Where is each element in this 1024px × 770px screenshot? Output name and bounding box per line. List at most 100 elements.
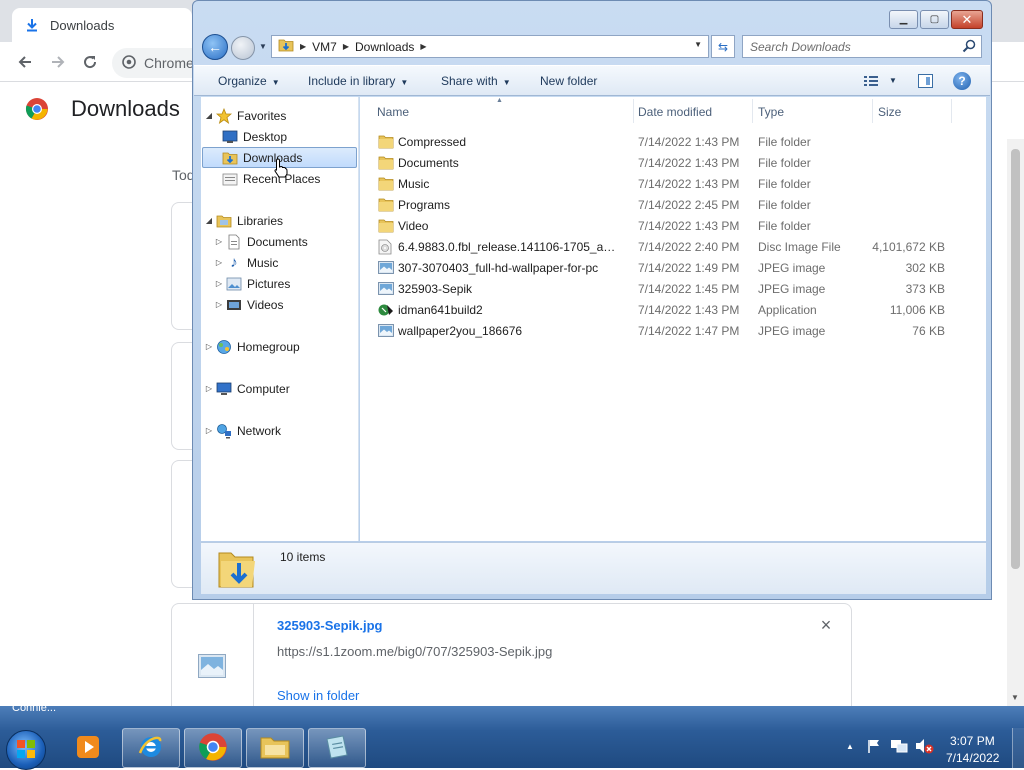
file-list-scroll-edge — [978, 97, 986, 541]
column-header-name[interactable]: Name — [377, 101, 633, 123]
show-desktop-button[interactable] — [1012, 728, 1024, 768]
recent-pages-chevron-down-icon[interactable]: ▼ — [259, 42, 267, 51]
remove-download-close-icon[interactable]: × — [817, 616, 835, 634]
nav-music[interactable]: ▷ ♪ Music — [213, 252, 278, 273]
back-arrow-icon: ← — [208, 39, 222, 55]
file-type: JPEG image — [758, 282, 826, 296]
breadcrumb-vm7[interactable]: VM7 — [312, 40, 337, 54]
tab-title: Downloads — [50, 17, 115, 33]
taskbar-file-explorer[interactable] — [246, 728, 304, 768]
breadcrumb-downloads[interactable]: Downloads — [355, 40, 414, 54]
file-row[interactable]: Video 7/14/2022 1:43 PM File folder — [360, 215, 960, 236]
column-divider[interactable] — [752, 99, 753, 123]
file-row[interactable]: Documents 7/14/2022 1:43 PM File folder — [360, 152, 960, 173]
forward-arrow-icon[interactable] — [48, 52, 68, 72]
back-arrow-icon[interactable] — [15, 52, 35, 72]
file-name: wallpaper2you_186676 — [398, 324, 523, 338]
preview-pane-icon[interactable] — [918, 74, 933, 88]
collapsed-triangle-icon[interactable]: ▷ — [213, 258, 225, 267]
organize-menu[interactable]: Organize ▼ — [218, 74, 280, 88]
file-row[interactable]: Programs 7/14/2022 2:45 PM File folder — [360, 194, 960, 215]
file-row[interactable]: Music 7/14/2022 1:43 PM File folder — [360, 173, 960, 194]
file-type: File folder — [758, 198, 811, 212]
windows-logo-icon — [16, 739, 36, 762]
help-icon[interactable]: ? — [953, 72, 971, 90]
scrollbar-thumb[interactable] — [1011, 149, 1020, 569]
show-in-folder-link[interactable]: Show in folder — [277, 688, 359, 703]
file-row[interactable]: Compressed 7/14/2022 1:43 PM File folder — [360, 131, 960, 152]
homegroup-icon — [215, 339, 233, 355]
scroll-down-arrow-icon[interactable]: ▼ — [1011, 693, 1019, 702]
network-status-icon[interactable] — [890, 738, 908, 757]
file-row[interactable]: 325903-Sepik 7/14/2022 1:45 PM JPEG image 3… — [360, 278, 960, 299]
refresh-button[interactable]: ⇆ — [711, 35, 735, 58]
file-row[interactable]: wallpaper2you_186676 7/14/2022 1:47 PM JPE… — [360, 320, 960, 341]
clock-time[interactable]: 3:07 PM — [950, 734, 995, 748]
maximize-button[interactable]: ▢ — [920, 10, 949, 29]
volume-muted-icon[interactable] — [914, 738, 934, 757]
nav-videos[interactable]: ▷ Videos — [213, 294, 284, 315]
close-button[interactable]: ✕ — [951, 10, 983, 29]
action-center-flag-icon[interactable] — [866, 738, 882, 757]
minimize-button[interactable]: ▁ — [889, 10, 918, 29]
tab-downloads[interactable]: Downloads — [12, 8, 192, 42]
command-bar: Organize ▼ Include in library ▼ Share with… — [194, 65, 990, 96]
search-input[interactable] — [750, 39, 950, 54]
forward-button[interactable] — [231, 36, 255, 60]
page-scrollbar[interactable]: ▼ — [1007, 139, 1024, 706]
address-bar[interactable]: ▶ VM7 ▶ Downloads ▶ ▼ — [271, 35, 709, 58]
collapsed-triangle-icon[interactable]: ▷ — [213, 237, 225, 246]
clock-date[interactable]: 7/14/2022 — [946, 751, 999, 765]
column-divider[interactable] — [872, 99, 873, 123]
nav-homegroup-label: Homegroup — [237, 339, 300, 354]
nav-pictures[interactable]: ▷ Pictures — [213, 273, 290, 294]
collapsed-triangle-icon[interactable]: ▷ — [203, 342, 215, 351]
file-date-modified: 7/14/2022 1:43 PM — [638, 303, 740, 317]
expanded-triangle-icon[interactable]: ◢ — [203, 216, 215, 225]
nav-network[interactable]: ▷ Network — [203, 420, 281, 441]
show-hidden-icons-icon[interactable]: ▲ — [846, 738, 854, 752]
nav-favorites[interactable]: ◢ Favorites — [203, 105, 286, 126]
column-header-date-modified[interactable]: Date modified — [638, 101, 750, 123]
taskbar-internet-explorer[interactable] — [122, 728, 180, 768]
collapsed-triangle-icon[interactable]: ▷ — [203, 384, 215, 393]
file-row[interactable]: idman641build2 7/14/2022 1:43 PM Applicati… — [360, 299, 960, 320]
column-header-size[interactable]: Size — [878, 101, 948, 123]
column-divider[interactable] — [951, 99, 952, 123]
start-button[interactable] — [6, 730, 46, 770]
search-icon[interactable] — [962, 39, 976, 56]
collapsed-triangle-icon[interactable]: ▷ — [203, 426, 215, 435]
nav-documents[interactable]: ▷ Documents — [213, 231, 308, 252]
include-in-library-menu[interactable]: Include in library ▼ — [308, 74, 408, 88]
collapsed-triangle-icon[interactable]: ▷ — [213, 279, 225, 288]
new-folder-button[interactable]: New folder — [540, 74, 597, 88]
nav-libraries[interactable]: ◢ Libraries — [203, 210, 283, 231]
file-row[interactable]: 6.4.9883.0.fbl_release.141106-1705_amd6.… — [360, 236, 960, 257]
search-box[interactable] — [742, 35, 982, 58]
folder-icon — [378, 197, 394, 212]
file-row[interactable]: 307-3070403_full-hd-wallpaper-for-pc 7/14… — [360, 257, 960, 278]
taskbar-chrome[interactable] — [184, 728, 242, 768]
nav-recent-places[interactable]: Recent Places — [221, 168, 320, 189]
address-history-chevron-down-icon[interactable]: ▼ — [694, 40, 702, 49]
column-header-type[interactable]: Type — [758, 101, 868, 123]
collapsed-triangle-icon[interactable]: ▷ — [213, 300, 225, 309]
reload-icon[interactable] — [80, 52, 100, 72]
share-with-menu[interactable]: Share with ▼ — [441, 74, 511, 88]
download-file-url: https://s1.1zoom.me/big0/707/325903-Sepi… — [277, 644, 553, 659]
card-divider — [253, 604, 254, 707]
downloads-folder-icon — [278, 38, 294, 55]
column-divider[interactable] — [633, 99, 634, 123]
nav-homegroup[interactable]: ▷ Homegroup — [203, 336, 300, 357]
back-button[interactable]: ← — [202, 34, 228, 60]
change-view-icon[interactable] — [863, 74, 879, 91]
image-file-icon — [378, 323, 394, 338]
taskbar-notepad[interactable] — [308, 728, 366, 768]
nav-computer[interactable]: ▷ Computer — [203, 378, 290, 399]
nav-desktop[interactable]: Desktop — [221, 126, 287, 147]
download-file-name-link[interactable]: 325903-Sepik.jpg — [277, 618, 383, 633]
view-options-chevron-down-icon[interactable]: ▼ — [889, 76, 897, 85]
expanded-triangle-icon[interactable]: ◢ — [203, 111, 215, 120]
taskbar-media-player[interactable] — [60, 728, 118, 768]
folder-icon — [378, 176, 394, 191]
